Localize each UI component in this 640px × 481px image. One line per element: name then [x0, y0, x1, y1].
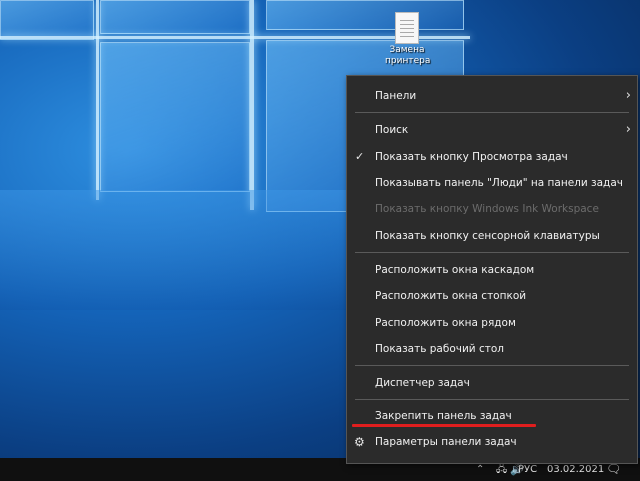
document-icon [395, 12, 419, 44]
menu-item-label: Показывать панель "Люди" на панели задач [375, 177, 623, 189]
window-logo-pane [266, 0, 464, 30]
menu-item-stack[interactable]: Расположить окна стопкой [347, 284, 637, 308]
chevron-right-icon: › [625, 122, 631, 137]
menu-item-label: Показать кнопку Просмотра задач [375, 151, 568, 163]
menu-item-label: Расположить окна рядом [375, 317, 516, 329]
menu-item-label: Параметры панели задач [375, 436, 517, 448]
chevron-right-icon: › [625, 88, 631, 103]
menu-item-panels[interactable]: Панели › [347, 84, 637, 108]
window-logo-pane [100, 0, 250, 34]
menu-item-show-people[interactable]: Показывать панель "Люди" на панели задач [347, 171, 637, 195]
window-logo-pane [100, 42, 250, 192]
menu-separator [355, 252, 629, 253]
menu-separator [355, 365, 629, 366]
menu-item-show-task-view[interactable]: ✓ Показать кнопку Просмотра задач [347, 145, 637, 169]
gear-icon: ⚙ [354, 435, 365, 449]
menu-item-label: Расположить окна стопкой [375, 290, 527, 302]
desktop-file-icon[interactable]: Замена принтера [385, 12, 431, 67]
menu-item-ink-workspace: Показать кнопку Windows Ink Workspace [347, 197, 637, 221]
highlight-underline [352, 424, 536, 427]
light-beam [96, 0, 99, 200]
light-reflection [0, 190, 350, 310]
menu-item-label: Поиск [375, 124, 409, 136]
menu-item-search[interactable]: Поиск › [347, 118, 637, 142]
menu-separator [355, 399, 629, 400]
menu-item-label: Показать кнопку Windows Ink Workspace [375, 203, 599, 215]
menu-item-label: Показать рабочий стол [375, 343, 504, 355]
menu-item-side-by-side[interactable]: Расположить окна рядом [347, 311, 637, 335]
menu-item-taskbar-settings[interactable]: ⚙ Параметры панели задач [347, 430, 637, 454]
taskbar-context-menu: Панели › Поиск › ✓ Показать кнопку Просм… [346, 75, 638, 464]
menu-item-show-desktop[interactable]: Показать рабочий стол [347, 337, 637, 361]
menu-item-label: Панели [375, 90, 417, 102]
menu-item-label: Показать кнопку сенсорной клавиатуры [375, 230, 600, 242]
checkmark-icon: ✓ [355, 150, 365, 163]
menu-separator [355, 112, 629, 113]
menu-item-label: Расположить окна каскадом [375, 264, 535, 276]
menu-item-cascade[interactable]: Расположить окна каскадом [347, 258, 637, 282]
light-beam [250, 0, 254, 210]
desktop-icon-label: Замена принтера [385, 45, 431, 66]
menu-item-touch-keyboard[interactable]: Показать кнопку сенсорной клавиатуры [347, 224, 637, 248]
window-logo-pane [0, 0, 94, 40]
menu-item-task-manager[interactable]: Диспетчер задач [347, 371, 637, 395]
menu-item-label: Диспетчер задач [375, 377, 470, 389]
